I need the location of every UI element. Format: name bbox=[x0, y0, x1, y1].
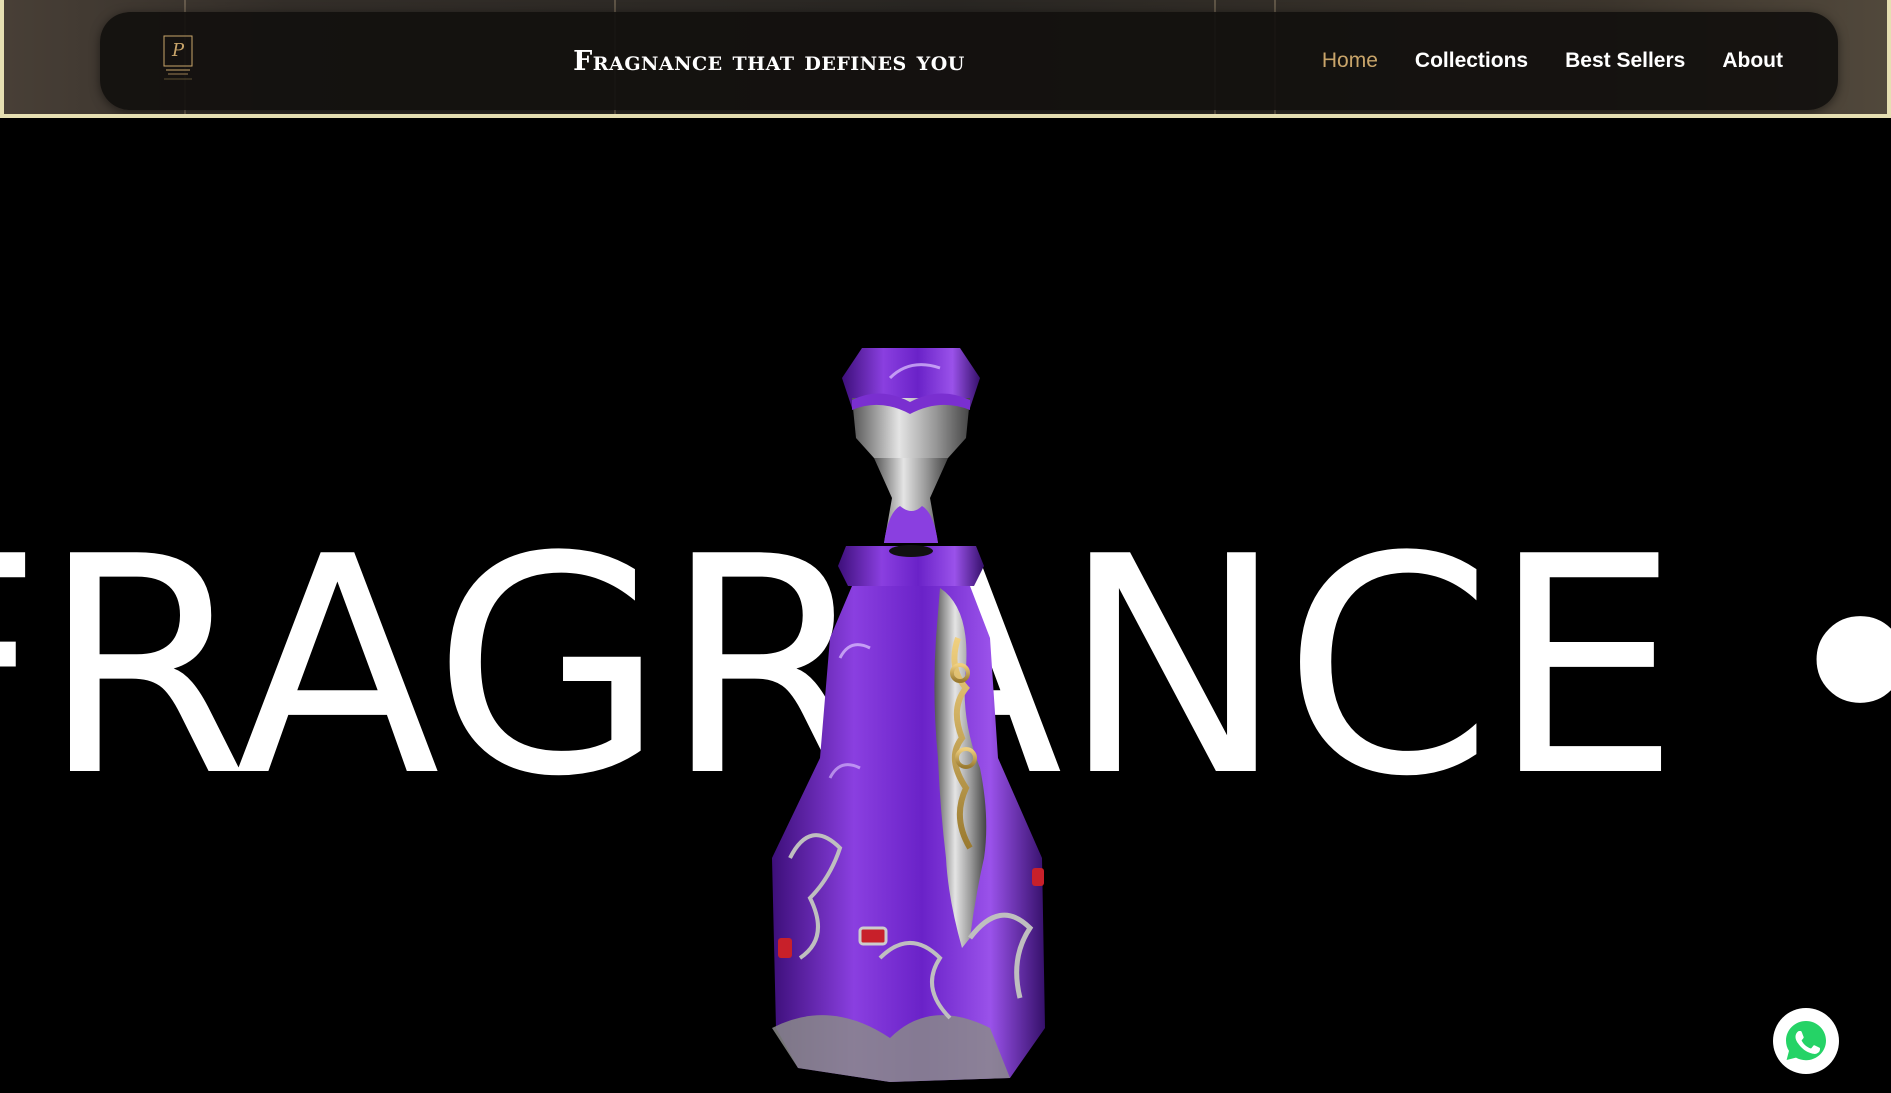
nav-about[interactable]: About bbox=[1722, 49, 1783, 73]
page: P Fragnance that defines you Home Collec… bbox=[0, 0, 1891, 1093]
main-nav: Home Collections Best Sellers About bbox=[1322, 12, 1783, 110]
whatsapp-icon bbox=[1786, 1021, 1826, 1061]
hero-section: FRAGRANCE • LUXURY bbox=[0, 118, 1891, 1093]
header: P Fragnance that defines you Home Collec… bbox=[0, 0, 1891, 118]
whatsapp-button[interactable] bbox=[1773, 1008, 1839, 1074]
nav-collections[interactable]: Collections bbox=[1415, 49, 1528, 73]
navbar: P Fragnance that defines you Home Collec… bbox=[100, 12, 1838, 110]
nav-best-sellers[interactable]: Best Sellers bbox=[1565, 49, 1685, 73]
nav-home[interactable]: Home bbox=[1322, 49, 1378, 73]
perfume-bottle-image bbox=[772, 348, 1045, 1082]
